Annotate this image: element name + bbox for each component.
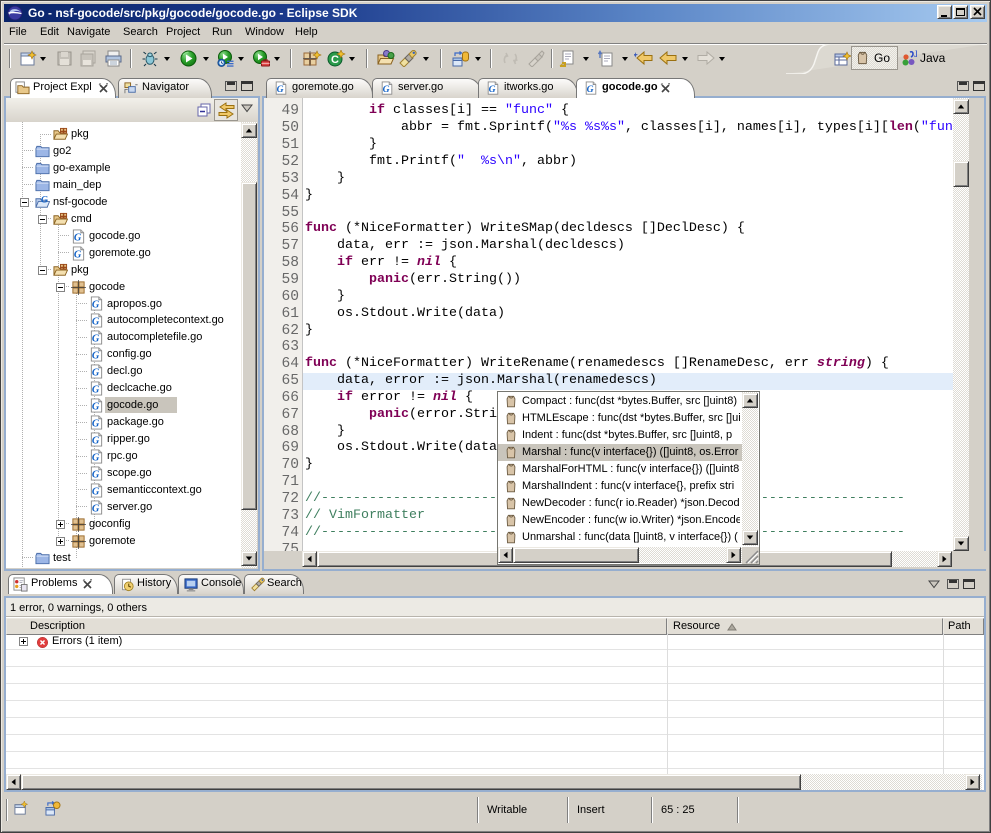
svg-text:C: C	[331, 54, 339, 66]
svg-text:J: J	[914, 50, 917, 59]
